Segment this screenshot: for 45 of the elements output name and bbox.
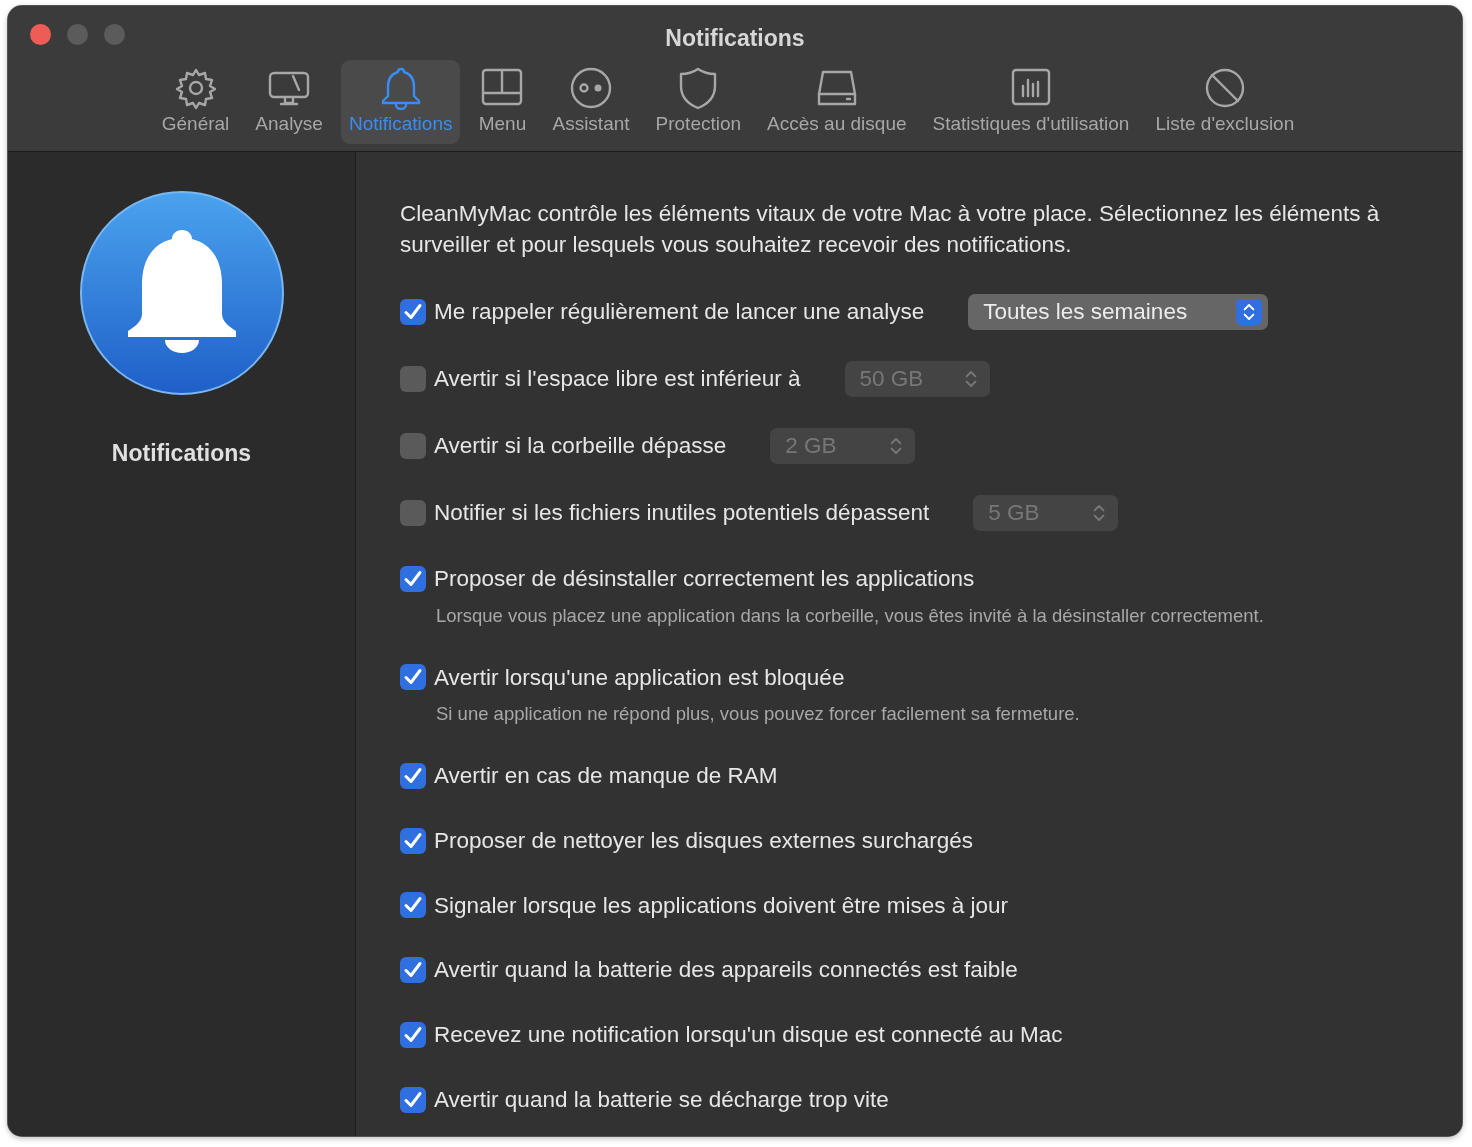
window-title: Notifications [665,25,805,51]
stepper-arrows-icon [889,436,904,456]
option-description: Si une application ne répond plus, vous pouvez forcer facilement sa fermeture. [436,702,1081,727]
option-label: Avertir quand la batterie se décharge trop vite [434,1085,889,1114]
option-label: Avertir si l'espace libre est inférieur à [434,365,801,394]
toolbar-tab[interactable]: Menu [470,59,535,144]
checkbox[interactable] [400,827,426,854]
option-label: Recevez une notification lorsqu'un disque est connecté au Mac [434,1021,1063,1049]
close-window-button[interactable] [30,24,51,45]
option-description: Lorsque vous placez une application dans la corbeille, vous êtes invité à la désinstaller correctement. [436,603,1265,628]
bell-app-icon [78,190,285,396]
sidebar-title: Notifications [111,439,252,468]
popup-menu[interactable]: Toutes les semaines [968,294,1269,330]
checkbox[interactable] [400,565,426,592]
toolbar-tab[interactable]: Assistant [544,59,638,144]
option-label: Proposer de nettoyer les disques externes surchargés [434,826,974,855]
checkbox[interactable] [400,1021,426,1048]
checkbox[interactable] [400,762,426,789]
option-label: Signaler lorsque les applications doivent être mises à jour [434,891,1009,920]
toolbar-tab[interactable]: Statistiques d'utilisation [924,59,1138,144]
toolbar-tab[interactable]: Analyse [247,59,331,144]
intro-paragraph: CleanMyMac contrôle les éléments vitaux de votre Mac à votre place. Sélectionnez les éléments à surveiller et pour lesquels vous souhaitez recevoir des notifications. [400,200,1381,259]
option-label: Proposer de désinstaller correctement les applications [434,565,975,593]
toolbar-tab[interactable]: Général [153,59,238,144]
option-label: Avertir quand la batterie des appareils connectés est faible [434,956,1018,985]
checkbox[interactable] [400,433,426,459]
checkbox[interactable] [400,957,426,984]
checkbox[interactable] [400,1086,426,1113]
stepper-arrows-icon [1092,503,1107,523]
checkbox[interactable] [400,892,426,919]
toolbar-tab[interactable]: Liste d'exclusion [1147,59,1303,144]
option-label: Avertir en cas de manque de RAM [434,762,778,790]
checkbox[interactable] [400,664,426,691]
toolbar-tab[interactable]: Accès au disque [759,59,915,144]
option-label: Avertir si la corbeille dépasse [434,432,727,461]
toolbar-tab[interactable]: Protection [647,59,750,144]
stepper-arrows-icon [1242,302,1257,322]
option-label: Avertir lorsqu'une application est bloquée [434,663,845,692]
checkbox[interactable] [400,500,426,526]
option-label: Me rappeler régulièrement de lancer une analyse [434,298,925,327]
option-label: Notifier si les fichiers inutiles potentiels dépassent [434,499,930,528]
toolbar-tab[interactable]: Notifications [340,59,461,144]
stepper-arrows-icon [963,369,978,389]
checkbox[interactable] [400,366,426,392]
checkbox[interactable] [400,299,426,325]
